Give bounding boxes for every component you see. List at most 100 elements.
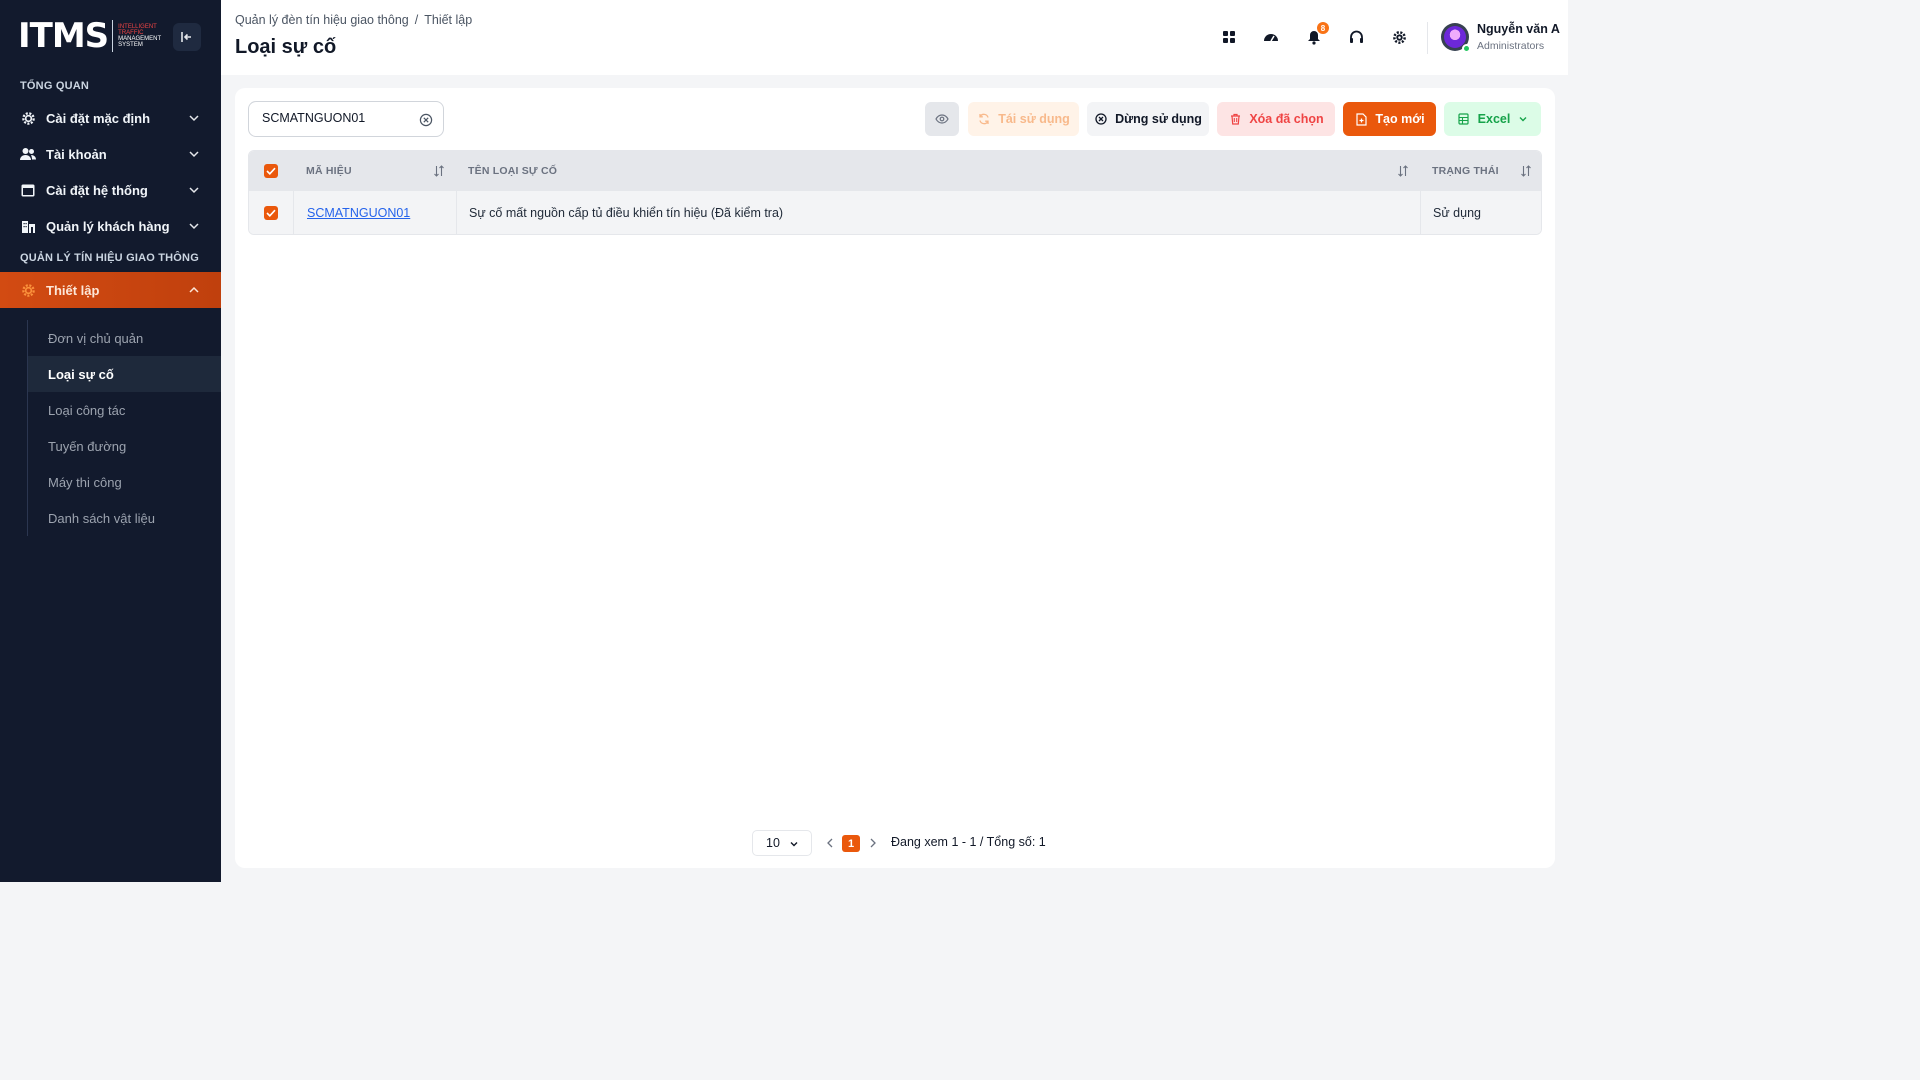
search-box[interactable] [248,101,444,137]
close-circle-icon [1094,112,1108,126]
table-header: MÃ HIỆU TÊN LOẠI SỰ CỐ TRẠNG THÁI [249,151,1541,191]
collapse-sidebar-button[interactable] [173,23,201,51]
app-logo[interactable]: ITMS INTELLIGENT TRAFFIC MANAGEMENT SYST… [18,18,164,54]
previous-page-icon[interactable] [825,836,835,850]
chevron-up-icon [189,286,199,293]
create-new-button[interactable]: Tạo mới [1343,102,1436,136]
breadcrumb-current[interactable]: Thiết lập [424,13,472,27]
incident-code-link[interactable]: SCMATNGUON01 [307,206,410,220]
sidebar-subitem-incident-types[interactable]: Loại sự cố [28,356,221,392]
stop-using-label: Dừng sử dụng [1115,112,1202,126]
notifications-button[interactable]: 8 [1304,22,1329,47]
setup-submenu: Đơn vị chủ quản Loại sự cố Loại công tác… [27,320,221,536]
sidebar-item-system-settings[interactable]: Cài đặt hệ thống [0,172,221,208]
column-header-code[interactable]: MÃ HIỆU [293,151,456,191]
settings-button[interactable] [1389,27,1409,47]
current-page-button[interactable]: 1 [842,835,860,852]
header-divider [1427,22,1428,54]
clear-search-icon[interactable] [419,113,433,127]
search-input[interactable] [262,111,412,125]
top-header: Quản lý đèn tín hiệu giao thông / Thiết lậ… [221,0,1568,75]
sidebar-subitem-work-types[interactable]: Loại công tác [28,392,221,428]
user-name[interactable]: Nguyễn văn A [1477,22,1560,36]
chevron-down-icon [189,151,199,158]
breadcrumb: Quản lý đèn tín hiệu giao thông / Thiết lậ… [235,13,472,27]
sidebar-item-label: Cài đặt hệ thống [46,182,148,198]
select-all-checkbox[interactable] [264,164,278,178]
chevron-down-icon [790,842,798,847]
logo-sub-line4: SYSTEM [118,42,143,48]
apps-grid-button[interactable] [1219,27,1239,47]
section-title-overview: TỔNG QUAN [20,80,90,92]
reuse-label: Tái sử dụng [998,112,1070,126]
sidebar-item-label: Tài khoản [46,146,107,162]
new-document-icon [1354,112,1368,126]
trash-icon [1228,112,1242,126]
sidebar-item-label: Cài đặt mặc định [46,110,151,126]
page-title: Loại sự cố [235,36,337,58]
breadcrumb-separator: / [414,13,419,27]
sidebar-subitem-materials[interactable]: Danh sách vật liệu [28,500,221,536]
sidebar-item-accounts[interactable]: Tài khoản [0,136,221,172]
view-button[interactable] [925,102,959,136]
column-header-status[interactable]: TRẠNG THÁI [1420,151,1541,191]
chevron-down-icon [1519,117,1527,122]
content-card: Tái sử dụng Dừng sử dụng Xóa đã chọn Tạo… [235,88,1555,868]
chevron-down-icon [189,115,199,122]
delete-selected-label: Xóa đã chọn [1249,112,1324,126]
stop-using-button[interactable]: Dừng sử dụng [1087,102,1209,136]
create-new-label: Tạo mới [1375,112,1425,126]
gear-icon [1392,30,1406,44]
logo-subtitle: INTELLIGENT TRAFFIC MANAGEMENT SYSTEM [118,24,164,48]
row-select-cell [249,191,293,234]
page-size-select[interactable]: 10 [752,830,812,856]
excel-export-button[interactable]: Excel [1444,102,1541,136]
sidebar-item-setup[interactable]: Thiết lập [0,272,221,308]
excel-label: Excel [1477,112,1511,126]
notification-badge: 8 [1317,22,1329,34]
refresh-icon [977,112,991,126]
sidebar: ITMS INTELLIGENT TRAFFIC MANAGEMENT SYST… [0,0,221,882]
sidebar-item-label: Quản lý khách hàng [46,218,170,234]
spreadsheet-icon [1457,112,1471,126]
incident-types-table: MÃ HIỆU TÊN LOẠI SỰ CỐ TRẠNG THÁI SCMATN… [248,150,1542,235]
sort-icon[interactable] [1396,164,1410,178]
avatar[interactable] [1441,23,1471,53]
chevron-down-icon [189,187,199,194]
column-header-status-label: TRẠNG THÁI [1432,165,1499,177]
section-title-traffic: QUẢN LÝ TÍN HIỆU GIAO THÔNG [20,252,199,264]
window-icon [20,182,36,198]
gear-icon [20,110,36,126]
building-icon [20,218,36,234]
breadcrumb-root[interactable]: Quản lý đèn tín hiệu giao thông [235,13,409,27]
sort-icon[interactable] [1519,164,1533,178]
sidebar-item-default-settings[interactable]: Cài đặt mặc định [0,100,221,136]
sidebar-subitem-owner-units[interactable]: Đơn vị chủ quản [28,320,221,356]
delete-selected-button[interactable]: Xóa đã chọn [1217,102,1335,136]
column-header-name-label: TÊN LOẠI SỰ CỐ [468,165,558,177]
cell-code: SCMATNGUON01 [293,191,456,234]
sidebar-item-customers[interactable]: Quản lý khách hàng [0,208,221,244]
chevron-down-icon [189,223,199,230]
page-size-value: 10 [766,836,780,850]
column-header-name[interactable]: TÊN LOẠI SỰ CỐ [456,151,1420,191]
pagination-info: Đang xem 1 - 1 / Tổng số: 1 [891,835,1046,849]
sort-icon[interactable] [432,164,446,178]
logo-divider [112,20,114,52]
sidebar-subitem-machines[interactable]: Máy thi công [28,464,221,500]
dashboard-button[interactable] [1261,27,1281,47]
gear-icon [20,282,36,298]
column-header-code-label: MÃ HIỆU [306,165,352,177]
reuse-button[interactable]: Tái sử dụng [968,102,1079,136]
next-page-icon[interactable] [868,836,878,850]
sidebar-subitem-routes[interactable]: Tuyến đường [28,428,221,464]
check-icon [266,209,276,217]
row-checkbox[interactable] [264,205,278,220]
check-icon [266,167,276,175]
eye-icon [935,114,949,124]
user-role: Administrators [1477,40,1545,52]
support-button[interactable] [1346,27,1366,47]
cell-name: Sự cố mất nguồn cấp tủ điều khiển tín hi… [456,191,1420,234]
table-row[interactable]: SCMATNGUON01 Sự cố mất nguồn cấp tủ điều… [249,191,1541,234]
users-icon [20,146,36,162]
